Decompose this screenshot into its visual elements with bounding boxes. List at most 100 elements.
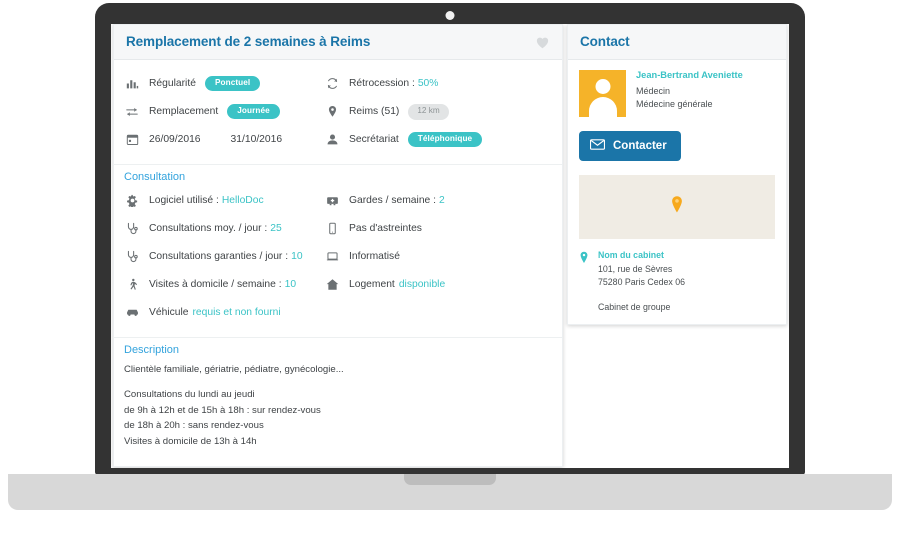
description-line: de 18h à 20h : sans rendez-vous xyxy=(124,420,264,432)
person-role-line-1: Médecin xyxy=(636,85,671,96)
contact-button-label: Contacter xyxy=(613,139,667,152)
contact-header: Contact xyxy=(568,25,786,60)
consultation-value: 2 xyxy=(439,195,445,207)
cabinet-text: Nom du cabinet 101, rue de Sèvres 75280 … xyxy=(598,250,685,289)
stethoscope-icon xyxy=(124,221,140,237)
contact-button[interactable]: Contacter xyxy=(579,130,681,161)
envelope-icon xyxy=(589,139,606,153)
distance-badge: 12 km xyxy=(408,103,449,120)
consultation-astreintes: Pas d'astreintes xyxy=(314,215,562,243)
consultation-informatise: Informatisé xyxy=(314,243,562,271)
consultation-label: Consultations garanties / jour : xyxy=(149,251,289,263)
detail-remplacement: Remplacement Journée xyxy=(114,98,314,126)
status-badge: Journée xyxy=(227,104,280,120)
user-icon xyxy=(324,132,340,148)
cabinet-type: Cabinet de groupe xyxy=(598,302,671,313)
consultation-label: Logement xyxy=(349,279,395,291)
consultation-gardes: Gardes / semaine : 2 xyxy=(314,187,562,215)
avatar-body xyxy=(588,96,617,117)
laptop-screen: Remplacement de 2 semaines à Reims Régul… xyxy=(111,24,789,468)
page-content: Remplacement de 2 semaines à Reims Régul… xyxy=(111,24,789,468)
avatar xyxy=(579,69,626,117)
consultation-moyenne: Consultations moy. / jour : 25 xyxy=(114,215,314,243)
consultation-vehicule: Véhicule requis et non fourni xyxy=(114,299,314,327)
consultation-label: Informatisé xyxy=(349,251,400,263)
consultation-value: 10 xyxy=(291,251,303,263)
consultation-garanties: Consultations garanties / jour : 10 xyxy=(114,243,314,271)
date-start: 26/09/2016 xyxy=(149,134,201,146)
detail-location: Reims (51) 12 km xyxy=(314,98,562,126)
contact-title: Contact xyxy=(580,34,630,49)
contact-body: Jean-Bertrand Aveniette Médecin Médecine… xyxy=(568,60,786,324)
detail-label: Reims (51) xyxy=(349,106,400,118)
detail-value: 50% xyxy=(417,78,439,90)
retrocession-icon xyxy=(324,76,340,92)
description-line: de 9h à 12h et de 15h à 18h : sur rendez… xyxy=(124,404,321,416)
offer-header: Remplacement de 2 semaines à Reims xyxy=(114,25,562,60)
address-line-1: 101, rue de Sèvres xyxy=(598,263,673,274)
person-role: Médecin Médecine générale xyxy=(636,85,743,111)
status-badge: Téléphonique xyxy=(407,132,483,148)
address-line-2: 75280 Paris Cedex 06 xyxy=(598,277,686,288)
ambulance-icon xyxy=(324,193,340,209)
detail-label: Rétrocession : xyxy=(349,78,415,90)
map-preview[interactable] xyxy=(579,174,775,239)
consultation-label: Véhicule xyxy=(149,307,189,319)
gear-icon xyxy=(124,193,140,209)
laptop-icon xyxy=(324,249,340,265)
walking-icon xyxy=(124,277,140,293)
detail-retrocession: Rétrocession : 50% xyxy=(314,70,562,98)
page-title: Remplacement de 2 semaines à Reims xyxy=(126,34,371,49)
laptop-trackpad-notch xyxy=(404,474,496,485)
consultation-logiciel: Logiciel utilisé : HelloDoc xyxy=(114,187,314,215)
laptop-bezel: Remplacement de 2 semaines à Reims Régul… xyxy=(95,3,805,475)
consultation-details: Logiciel utilisé : HelloDoc Gardes / sem… xyxy=(114,185,562,335)
consultation-label: Logiciel utilisé : xyxy=(149,195,219,207)
date-end: 31/10/2016 xyxy=(230,134,283,146)
description-paragraph-1: Clientèle familiale, gériatrie, pédiatre… xyxy=(124,363,344,375)
map-pin-icon xyxy=(579,250,590,289)
consultation-label: Pas d'astreintes xyxy=(349,223,422,235)
home-icon xyxy=(324,277,340,293)
webcam-icon xyxy=(445,11,455,20)
description-line: Consultations du lundi au jeudi xyxy=(124,389,255,401)
calendar-icon xyxy=(124,132,140,148)
consultation-value: HelloDoc xyxy=(221,195,264,207)
consultation-value: requis et non fourni xyxy=(192,307,281,319)
consultation-value: 25 xyxy=(270,223,282,235)
map-marker-icon xyxy=(671,195,684,218)
exchange-icon xyxy=(124,104,140,120)
cabinet-name[interactable]: Nom du cabinet xyxy=(598,250,685,260)
detail-secretariat: Secrétariat Téléphonique xyxy=(314,126,562,154)
section-heading-consultation: Consultation xyxy=(114,163,562,185)
consultation-label: Gardes / semaine : xyxy=(349,195,436,207)
offer-card: Remplacement de 2 semaines à Reims Régul… xyxy=(113,24,563,467)
detail-regularite: Régularité Ponctuel xyxy=(114,70,314,98)
consultation-value: disponible xyxy=(398,279,446,291)
cabinet-address: 101, rue de Sèvres 75280 Paris Cedex 06 xyxy=(598,263,685,289)
stethoscope-icon xyxy=(124,249,140,265)
car-icon xyxy=(124,305,140,321)
bar-chart-icon xyxy=(124,76,140,92)
description-paragraph-2: Consultations du lundi au jeudi de 9h à … xyxy=(124,387,550,449)
status-badge: Ponctuel xyxy=(204,76,261,92)
contact-person: Jean-Bertrand Aveniette Médecin Médecine… xyxy=(579,69,775,117)
consultation-spacer xyxy=(314,299,562,327)
cabinet-info: Nom du cabinet 101, rue de Sèvres 75280 … xyxy=(579,250,775,289)
description-line: Visites à domicile de 13h à 14h xyxy=(124,435,257,447)
consultation-visites: Visites à domicile / semaine : 10 xyxy=(114,271,314,299)
screenshot-root: Remplacement de 2 semaines à Reims Régul… xyxy=(0,0,900,540)
heart-icon[interactable] xyxy=(535,35,550,49)
person-name[interactable]: Jean-Bertrand Aveniette xyxy=(636,70,743,80)
contact-card: Contact Jean-Bertrand Aveniette Médecin … xyxy=(567,24,787,326)
detail-label: Secrétariat xyxy=(349,134,399,146)
consultation-label: Consultations moy. / jour : xyxy=(149,223,268,235)
detail-dates: 26/09/2016 31/10/2016 xyxy=(114,126,314,154)
description-body: Clientèle familiale, gériatrie, pédiatre… xyxy=(114,358,562,466)
detail-label: Remplacement xyxy=(149,106,219,118)
detail-label: Régularité xyxy=(149,78,196,90)
offer-details: Régularité Ponctuel Rétrocession: 50% R… xyxy=(114,60,562,162)
user-avatar-icon xyxy=(595,78,610,94)
map-pin-icon xyxy=(324,104,340,120)
consultation-value: 10 xyxy=(284,279,297,291)
